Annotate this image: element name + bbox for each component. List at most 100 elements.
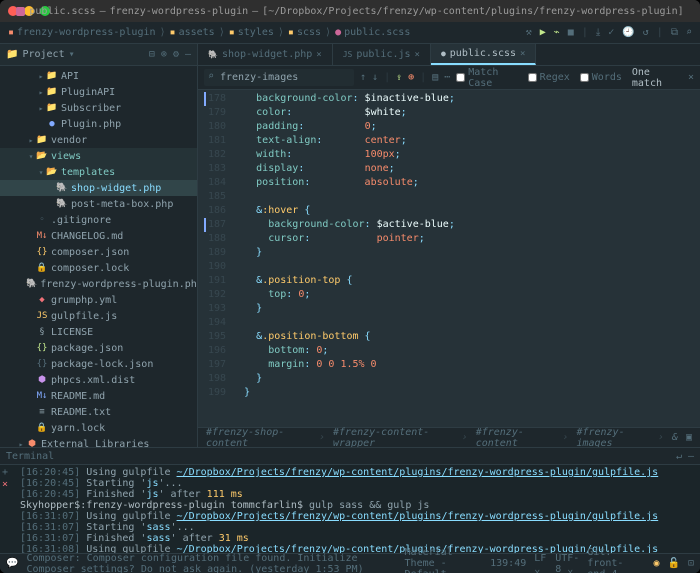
tree-file[interactable]: {}package.json	[0, 340, 197, 356]
tree-folder[interactable]: ▸📁API	[0, 68, 197, 84]
tree-file[interactable]: ⬢phpcs.xml.dist	[0, 372, 197, 388]
tree-file[interactable]: {}composer.json	[0, 244, 197, 260]
status-git-branch[interactable]: Git: front-end-4 ⌄	[587, 547, 645, 573]
file-icon: {}	[36, 359, 48, 369]
file-icon: M↓	[36, 391, 48, 401]
locate-icon[interactable]: ⊚	[161, 49, 167, 60]
gear-icon[interactable]: ⚙	[173, 49, 179, 60]
editor-tab[interactable]: JSpublic.js×	[333, 44, 431, 65]
breadcrumb-item[interactable]: ▪assets	[170, 27, 215, 38]
css-breadcrumb-item[interactable]: #frenzy-images	[576, 427, 649, 449]
terminal[interactable]: + × [16:20:45] Using gulpfile ~/Dropbox/…	[0, 465, 700, 553]
tree-file[interactable]: 🔒yarn.lock	[0, 420, 197, 436]
breadcrumb-item[interactable]: ▪frenzy-wordpress-plugin	[8, 27, 156, 38]
add-terminal-icon[interactable]: +	[2, 467, 8, 478]
breadcrumb-item[interactable]: ●public.scss	[335, 27, 410, 38]
tree-arrow-icon[interactable]: ▸	[36, 104, 46, 113]
close-tab-icon[interactable]: ×	[316, 50, 321, 60]
close-tab-icon[interactable]: ×	[520, 49, 525, 59]
run-icon[interactable]: ▶	[540, 27, 546, 38]
breadcrumb-item[interactable]: ▪scss	[288, 27, 321, 38]
prev-match-icon[interactable]: ↑	[360, 72, 366, 83]
project-tree[interactable]: ▸📁API▸📁PluginAPI▸📁Subscriber●Plugin.php▸…	[0, 66, 197, 447]
tree-folder[interactable]: ▸⬢External Libraries	[0, 436, 197, 447]
tree-file[interactable]: 🐘post-meta-box.php	[0, 196, 197, 212]
tree-arrow-icon[interactable]: ▸	[26, 136, 36, 145]
words-checkbox[interactable]: Words	[580, 72, 622, 83]
memory-icon[interactable]: ⊡	[688, 558, 694, 569]
tree-label: post-meta-box.php	[71, 199, 173, 210]
status-line-sep[interactable]: LF ⌄	[534, 553, 547, 573]
git-revert-icon[interactable]: ↺	[643, 27, 649, 38]
tree-arrow-icon[interactable]: ▾	[26, 152, 36, 161]
tree-arrow-icon[interactable]: ▸	[16, 440, 26, 448]
scroll-indicator-icon[interactable]: ▣	[686, 432, 692, 443]
event-log-icon[interactable]: 💬	[6, 558, 18, 569]
build-icon[interactable]: ⚒	[526, 27, 532, 38]
hide-icon[interactable]: —	[185, 49, 191, 60]
terminal-hide-icon[interactable]: —	[688, 451, 694, 462]
project-view-label[interactable]: Project	[22, 49, 64, 60]
editor-tab[interactable]: ●public.scss×	[431, 44, 536, 65]
tree-label: composer.lock	[51, 263, 129, 274]
status-encoding[interactable]: UTF-8 ⌄	[555, 553, 579, 573]
css-breadcrumb-item[interactable]: #frenzy-content-wrapper	[333, 427, 454, 449]
find-input[interactable]	[204, 69, 354, 86]
tree-file[interactable]: ≡README.txt	[0, 404, 197, 420]
tree-folder[interactable]: ▸📁PluginAPI	[0, 84, 197, 100]
tree-file[interactable]: 🐘shop-widget.php	[0, 180, 197, 196]
add-selection-icon[interactable]: ⊕	[408, 72, 414, 83]
tree-folder[interactable]: ▸📁Subscriber	[0, 100, 197, 116]
debug-icon[interactable]: ⌁	[554, 27, 560, 38]
inspection-icon[interactable]: ◉	[653, 558, 659, 569]
tree-folder[interactable]: ▾📂templates	[0, 164, 197, 180]
chevron-down-icon[interactable]: ▾	[69, 49, 75, 60]
terminal-title[interactable]: Terminal	[6, 451, 54, 462]
tree-file[interactable]: {}package-lock.json	[0, 356, 197, 372]
tree-folder[interactable]: ▾📂views	[0, 148, 197, 164]
breadcrumb[interactable]: ▪frenzy-wordpress-plugin⟩▪assets⟩▪styles…	[0, 27, 418, 38]
regex-checkbox[interactable]: Regex	[528, 72, 570, 83]
tree-folder[interactable]: ▸📁vendor	[0, 132, 197, 148]
search-icon[interactable]: ⌕	[686, 27, 692, 38]
git-update-icon[interactable]: ⤓	[596, 27, 600, 38]
tree-file[interactable]: §LICENSE	[0, 324, 197, 340]
more-icon[interactable]: ⋯	[444, 72, 450, 83]
status-position[interactable]: 139:49	[490, 558, 526, 569]
git-history-icon[interactable]: 🕘	[622, 27, 634, 38]
tree-file[interactable]: 🐘frenzy-wordpress-plugin.php	[0, 276, 197, 292]
match-case-checkbox[interactable]: Match Case	[456, 67, 517, 89]
editor-breadcrumbs[interactable]: #frenzy-shop-content›#frenzy-content-wra…	[198, 427, 700, 447]
editor-tab[interactable]: 🐘shop-widget.php×	[198, 44, 333, 65]
tree-arrow-icon[interactable]: ▸	[36, 72, 46, 81]
status-theme[interactable]: Material Theme - Default	[405, 547, 483, 573]
close-find-icon[interactable]: ×	[688, 72, 694, 83]
tree-file[interactable]: ●Plugin.php	[0, 116, 197, 132]
css-breadcrumb-item[interactable]: #frenzy-shop-content	[206, 427, 311, 449]
tree-file[interactable]: ◦.gitignore	[0, 212, 197, 228]
tree-file[interactable]: JSgulpfile.js	[0, 308, 197, 324]
next-match-icon[interactable]: ↓	[372, 72, 378, 83]
tree-label: README.txt	[51, 407, 111, 418]
filter-icon[interactable]: ▤	[432, 72, 438, 83]
tree-file[interactable]: M↓README.md	[0, 388, 197, 404]
css-breadcrumb-item[interactable]: &	[672, 432, 678, 443]
select-all-icon[interactable]: ⇪	[396, 72, 402, 83]
close-terminal-icon[interactable]: ×	[2, 479, 8, 490]
structure-icon[interactable]: ⧉	[671, 27, 678, 38]
git-commit-icon[interactable]: ✓	[608, 27, 614, 38]
tree-arrow-icon[interactable]: ▸	[36, 88, 46, 97]
breadcrumb-item[interactable]: ▪styles	[229, 27, 274, 38]
tree-file[interactable]: M↓CHANGELOG.md	[0, 228, 197, 244]
tree-arrow-icon[interactable]: ▾	[36, 168, 46, 177]
stop-icon[interactable]: ■	[568, 27, 574, 38]
css-breadcrumb-item[interactable]: #frenzy-content	[476, 427, 555, 449]
collapse-icon[interactable]: ⊟	[149, 49, 155, 60]
tree-file[interactable]: ◆grumphp.yml	[0, 292, 197, 308]
close-tab-icon[interactable]: ×	[415, 50, 420, 60]
lock-icon[interactable]: 🔓	[668, 558, 680, 569]
status-message[interactable]: Composer: Composer configuration file fo…	[26, 553, 388, 573]
terminal-soft-wrap-icon[interactable]: ↵	[676, 451, 682, 462]
code-editor[interactable]: 1781791801811821831841851861871881891901…	[198, 90, 700, 427]
tree-file[interactable]: 🔒composer.lock	[0, 260, 197, 276]
